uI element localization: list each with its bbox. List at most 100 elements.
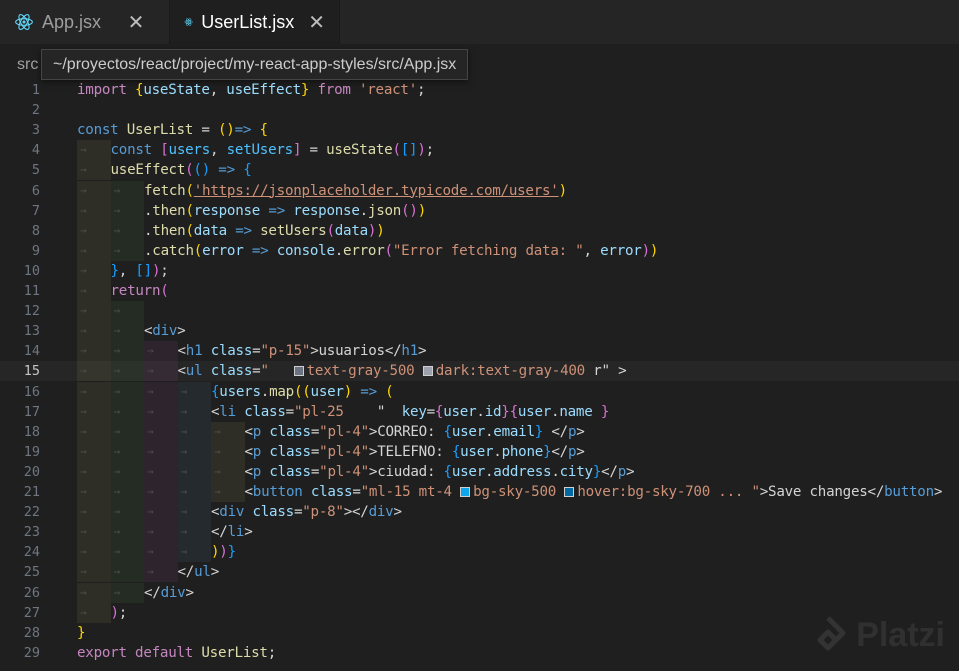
code-token: [] (135, 262, 152, 279)
whitespace-arrow: → (113, 505, 121, 519)
code-line[interactable]: 20 → → → → → <p class="pl-4">ciudad: {user.add… (0, 461, 959, 482)
code-line[interactable]: 15 → → → <ul class=" text-gray-500 dark:text… (0, 361, 959, 382)
code-token: } (77, 624, 86, 641)
code-token: . (476, 403, 485, 420)
code-token: ul (185, 363, 203, 380)
code-token: >ciudad: (368, 463, 444, 480)
code-line[interactable]: 5 → useEffect(() => { (0, 160, 959, 181)
code-token: "p-8" (302, 504, 344, 521)
color-swatch[interactable] (293, 366, 304, 377)
code-line[interactable]: 8 → → .then(data => setUsers(data)) (0, 220, 959, 241)
code-token: () (217, 122, 235, 139)
color-swatch[interactable] (564, 487, 575, 497)
code-token: p (567, 443, 577, 460)
whitespace-arrow: → (80, 485, 87, 498)
code-line[interactable]: 21 → → → → → <button class="ml-15 mt-4 bg-sky-… (0, 482, 959, 502)
code-token: . (334, 242, 344, 259)
code-line[interactable]: 19 → → → → → <p class="pl-4">TELEFNO: {user.ph… (0, 441, 959, 462)
color-swatch[interactable] (460, 487, 471, 497)
code-text: <ul class=" text-gray-500 dark:text-gray… (178, 361, 627, 381)
code-token: const (110, 142, 161, 159)
line-number: 3 (31, 122, 40, 139)
code-line[interactable]: 12 → → (0, 301, 959, 322)
code-line[interactable]: 6 → → fetch('https://jsonplaceholder.typico… (0, 180, 959, 201)
whitespace-arrow: → (147, 424, 154, 438)
line-number: 11 (23, 283, 40, 299)
code-token: > (618, 363, 627, 380)
whitespace-arrow: → (147, 485, 154, 498)
code-token: </ (177, 564, 195, 581)
close-icon[interactable]: ✕ (308, 10, 325, 35)
code-line[interactable]: 23 → → → → </li> (0, 522, 959, 543)
code-line[interactable]: 4 → const [users, setUsers] = useState([])… (0, 140, 959, 161)
whitespace-arrow: → (147, 505, 154, 519)
code-token: , (210, 142, 227, 159)
line-number: 28 (23, 624, 40, 641)
code-token: < (244, 443, 254, 460)
code-line[interactable]: 7 → → .then(response => response.json()) (0, 200, 959, 221)
react-icon (15, 14, 33, 30)
code-line[interactable]: 24 → → → →))} (0, 542, 959, 563)
code-token: = (426, 403, 436, 420)
tab-userlist-jsx[interactable]: UserList.jsx ✕ (170, 0, 340, 44)
code-token: > (210, 564, 220, 581)
whitespace-arrow: → (147, 404, 154, 418)
color-swatch[interactable] (422, 366, 433, 377)
code-token: { (451, 443, 461, 460)
editor-tab-bar: App.jsx ✕ UserList.jsx ✕ (0, 0, 959, 44)
code-token: </ (144, 584, 161, 601)
code-text: {users.map((user) => ( (211, 382, 394, 402)
tab-app-jsx[interactable]: App.jsx ✕ (0, 0, 170, 44)
code-line[interactable]: 22 → → → → <div class="p-8"></div> (0, 502, 959, 523)
code-line[interactable]: 3 const UserList = ()=> { (0, 120, 959, 140)
code-line[interactable]: 14 → → → <h1 class="p-15">usuarios</h1> (0, 341, 959, 362)
code-text: <p class="pl-4">TELEFNO: {user.phone}</p… (245, 442, 585, 462)
whitespace-arrow: → (147, 565, 154, 579)
code-token: </ (211, 524, 228, 541)
code-token: bg-sky-500 (473, 484, 565, 500)
code-line[interactable]: 25 → → → </ul> (0, 562, 959, 583)
line-number: 10 (23, 262, 40, 279)
code-token: default (135, 644, 202, 661)
code-line[interactable]: 13 → → <div> (0, 321, 959, 342)
whitespace-arrow: → (80, 364, 87, 378)
code-line[interactable]: 2 (0, 100, 959, 120)
code-token: > (393, 504, 402, 521)
code-line[interactable]: 18 → → → → → <p class="pl-4">CORREO: {user.ema… (0, 421, 959, 442)
whitespace-arrow: → (80, 263, 87, 277)
code-line[interactable]: 16 → → → → {users.map((user) => ( (0, 381, 959, 402)
code-line[interactable]: 26 → → </div> (0, 582, 959, 603)
code-token: } (592, 463, 602, 480)
code-editor[interactable]: 1 import {useState, useEffect} from 'reac… (0, 78, 959, 671)
code-token: > (177, 323, 186, 340)
code-token: li (227, 524, 245, 541)
code-token: import (77, 82, 136, 98)
code-token: ) (417, 202, 427, 219)
code-token: > (626, 463, 635, 480)
code-token: ( (385, 383, 394, 400)
code-line[interactable]: 1 import {useState, useEffect} from 'reac… (0, 80, 959, 100)
whitespace-arrow: → (180, 384, 188, 398)
close-icon[interactable]: ✕ (127, 10, 145, 35)
code-token: p (617, 463, 627, 480)
whitespace-arrow: → (180, 485, 188, 498)
code-token: useState (143, 82, 210, 98)
code-token: ( (185, 202, 194, 219)
breadcrumb[interactable]: src (17, 56, 38, 74)
whitespace-arrow: → (80, 505, 87, 519)
code-token: user (451, 463, 485, 480)
code-token: (( (293, 383, 311, 400)
code-line[interactable]: 17 → → → → <li class="pl-25 " key={user.id}{u… (0, 401, 959, 422)
code-token: user (451, 423, 485, 440)
code-token: , (209, 82, 227, 98)
code-line[interactable]: 10 →}, []); (0, 260, 959, 281)
code-line[interactable]: 9 → → .catch(error => console.error("Error … (0, 240, 959, 261)
code-token: > (185, 584, 194, 601)
code-token: . (359, 202, 369, 219)
code-line[interactable]: 11 → return( (0, 281, 959, 301)
whitespace-arrow: → (80, 324, 87, 338)
whitespace-arrow: → (80, 284, 87, 297)
code-token: . (493, 443, 502, 460)
line-number: 16 (23, 383, 40, 400)
code-token: then (152, 222, 186, 239)
